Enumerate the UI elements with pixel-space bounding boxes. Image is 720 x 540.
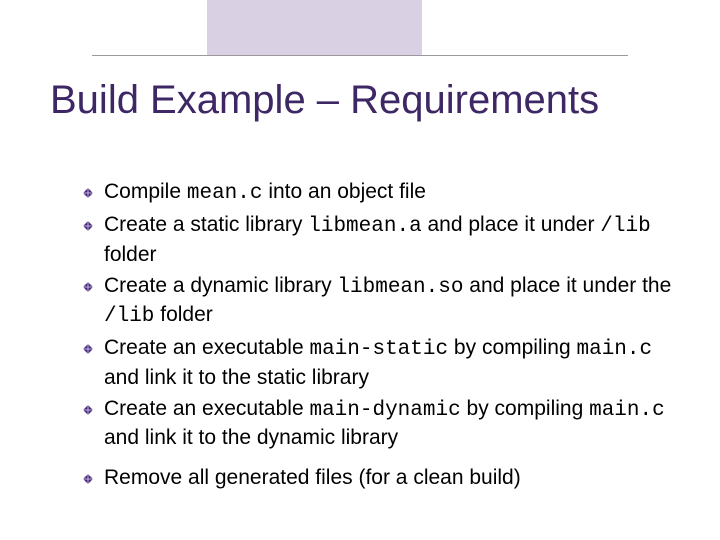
text-segment: Create an executable (104, 336, 309, 359)
code-segment: mean.c (187, 182, 263, 205)
diamond-bullet-icon (82, 404, 94, 416)
slide: Build Example – Requirements Compile mea… (0, 0, 720, 540)
diamond-bullet-icon (82, 473, 94, 485)
bullet-list: Compile mean.c into an object file Creat… (82, 178, 672, 493)
text-segment: Create a static library (104, 213, 308, 236)
list-item-text: Compile mean.c into an object file (104, 178, 672, 207)
text-segment: and place it under (422, 213, 601, 236)
decorative-header-shade (207, 0, 422, 55)
list-item: Compile mean.c into an object file (82, 178, 672, 207)
diamond-bullet-icon (82, 220, 94, 232)
code-segment: main.c (589, 399, 665, 422)
diamond-bullet-icon (82, 187, 94, 199)
decorative-header-line (92, 55, 628, 56)
code-segment: main-dynamic (309, 399, 460, 422)
text-segment: Create an executable (104, 397, 309, 420)
code-segment: libmean.so (337, 276, 463, 299)
code-segment: main.c (576, 338, 652, 361)
list-item-text: Create an executable main-dynamic by com… (104, 395, 672, 452)
list-item: Create an executable main-dynamic by com… (82, 395, 672, 452)
text-segment: by compiling (448, 336, 576, 359)
diamond-bullet-icon (82, 281, 94, 293)
list-item-text: Create an executable main-static by comp… (104, 334, 672, 391)
text-segment: Create a dynamic library (104, 274, 337, 297)
list-item-text: Create a static library libmean.a and pl… (104, 211, 672, 268)
text-segment: and place it under the (463, 274, 671, 297)
text-segment: Compile (104, 180, 187, 203)
code-segment: /lib (600, 215, 650, 238)
list-item: Create a dynamic library libmean.so and … (82, 272, 672, 331)
slide-title: Build Example – Requirements (50, 78, 599, 123)
text-segment: folder (104, 243, 157, 266)
text-segment: into an object file (263, 180, 426, 203)
code-segment: main-static (309, 338, 448, 361)
text-segment: and link it to the static library (104, 366, 369, 389)
code-segment: libmean.a (308, 215, 421, 238)
text-segment: Remove all generated files (for a clean … (104, 466, 521, 489)
list-item: Remove all generated files (for a clean … (82, 464, 672, 493)
diamond-bullet-icon (82, 343, 94, 355)
list-item: Create a static library libmean.a and pl… (82, 211, 672, 268)
list-item-text: Remove all generated files (for a clean … (104, 464, 672, 493)
code-segment: /lib (104, 305, 154, 328)
text-segment: folder (154, 303, 212, 326)
list-item: Create an executable main-static by comp… (82, 334, 672, 391)
text-segment: and link it to the dynamic library (104, 426, 398, 449)
list-item-text: Create a dynamic library libmean.so and … (104, 272, 672, 331)
text-segment: by compiling (461, 397, 589, 420)
